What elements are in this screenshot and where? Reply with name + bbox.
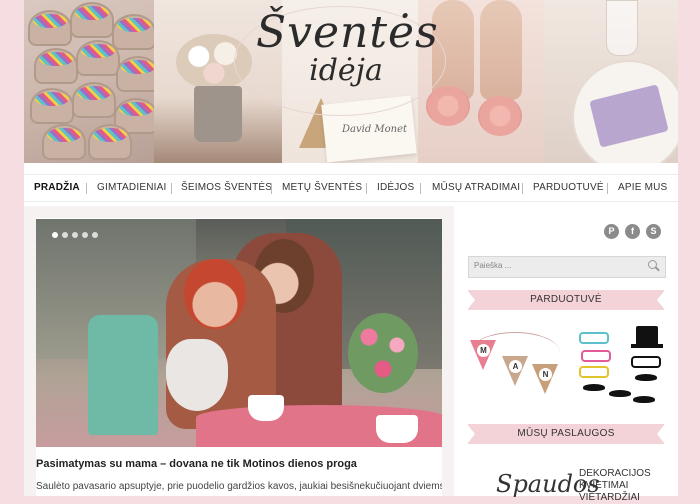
nav-item-gimtadieniai[interactable]: GIMTADIENIAI (97, 182, 166, 193)
site-logo-title[interactable]: Šventės (256, 10, 438, 56)
nav-item-musu-atradimai[interactable]: MŪSŲ ATRADIMAI (432, 182, 520, 193)
confetti-cones-photo (24, 0, 160, 163)
site-logo-subtitle[interactable]: idėja (286, 54, 406, 88)
search-icon[interactable] (648, 260, 657, 269)
top-hat-prop (631, 326, 663, 348)
post-image-slider[interactable] (36, 219, 442, 447)
dog-figure (166, 339, 228, 411)
nav-item-parduotuve[interactable]: PARDUOTUVĖ (533, 182, 604, 193)
header-banner[interactable]: David Monet Šventės idėja (24, 0, 678, 163)
nav-item-pradzia[interactable]: PRADŽIA (34, 182, 80, 193)
search-placeholder: Paieška ... (474, 261, 512, 270)
slider-dot[interactable] (72, 232, 78, 238)
skype-icon[interactable]: S (646, 224, 661, 239)
services-heading: MŪSŲ PASLAUGOS (517, 428, 615, 439)
post-title[interactable]: Pasimatymas su mama – dovana ne tik Moti… (36, 458, 357, 470)
nav-separator (86, 183, 87, 194)
bunting-letter: M (477, 344, 490, 357)
slider-dot[interactable] (52, 232, 58, 238)
cafe-chair (88, 315, 158, 435)
nav-separator (522, 183, 523, 194)
main-nav: PRADŽIA GIMTADIENIAI ŠEIMOS ŠVENTĖS METŲ… (24, 174, 678, 202)
glass-image (606, 0, 638, 56)
slider-dot[interactable] (82, 232, 88, 238)
coffee-cup (248, 395, 284, 421)
shop-heading: PARDUOTUVĖ (530, 294, 602, 305)
nav-item-idejos[interactable]: IDĖJOS (377, 182, 414, 193)
card-text: David Monet (342, 124, 408, 135)
slider-dot[interactable] (62, 232, 68, 238)
nav-item-apie-mus[interactable]: APIE MUS (618, 182, 667, 193)
nav-separator (366, 183, 367, 194)
post-excerpt: Saulėto pavasario apsuptyje, prie puodel… (36, 481, 442, 492)
bouquet-image (348, 313, 418, 393)
coffee-cup (376, 415, 418, 443)
page: David Monet Šventės idėja PRADŽIA GIMTAD… (24, 0, 678, 503)
services-heading-ribbon: MŪSŲ PASLAUGOS (467, 424, 665, 444)
bunting-letter: N (539, 368, 552, 381)
services-text: DEKORACIJOS KVIETIMAI VIETARDŽIAI (579, 468, 651, 503)
nav-separator (271, 183, 272, 194)
nav-separator (171, 183, 172, 194)
bucket-image (194, 86, 242, 142)
nav-item-seimos-sventes[interactable]: ŠEIMOS ŠVENTĖS (181, 182, 272, 193)
pinterest-icon[interactable]: P (604, 224, 619, 239)
facebook-icon[interactable]: f (625, 224, 640, 239)
bunting-letter: A (509, 360, 522, 373)
nav-separator (607, 183, 608, 194)
nav-separator (420, 183, 421, 194)
nav-item-metu-sventes[interactable]: METŲ ŠVENTĖS (282, 182, 362, 193)
shop-heading-ribbon: PARDUOTUVĖ (467, 290, 665, 310)
slider-dot[interactable] (92, 232, 98, 238)
